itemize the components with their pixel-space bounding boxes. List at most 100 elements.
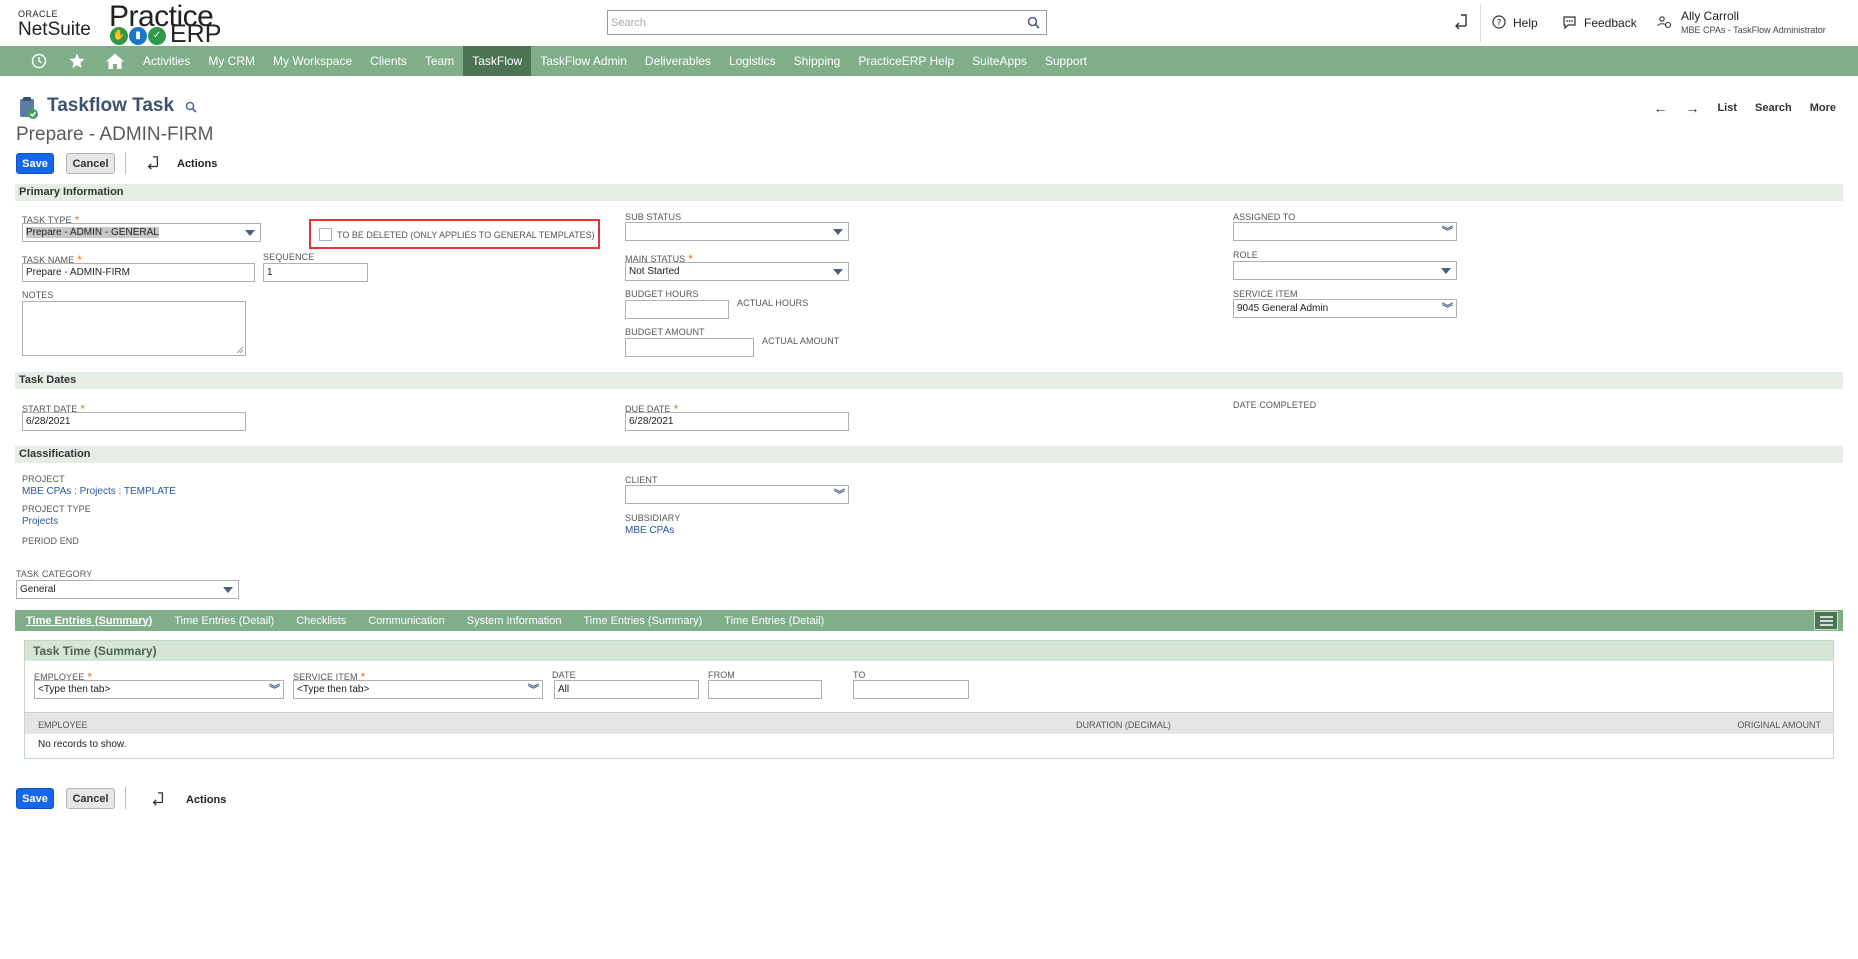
nav-taskflow-admin[interactable]: TaskFlow Admin <box>531 46 636 76</box>
nav-taskflow[interactable]: TaskFlow <box>463 46 532 76</box>
notes-label: NOTES <box>22 290 54 300</box>
chevron-down-icon <box>1441 268 1451 274</box>
budget-hours-input[interactable] <box>625 300 729 319</box>
column-original-amount[interactable]: ORIGINAL AMOUNT <box>1737 720 1821 730</box>
nav-team[interactable]: Team <box>416 46 463 76</box>
service-item-select[interactable]: 9045 General Admin ︾ <box>1233 299 1457 318</box>
nav-practiceerp-help[interactable]: PracticeERP Help <box>849 46 963 76</box>
toolbar-divider <box>125 152 126 174</box>
double-chevron-down-icon[interactable]: ︾ <box>269 682 280 698</box>
client-select[interactable]: ︾ <box>625 485 849 504</box>
to-date-input[interactable] <box>853 680 969 699</box>
next-record-arrow-icon[interactable]: → <box>1685 100 1699 116</box>
assigned-to-select[interactable]: ︾ <box>1233 222 1457 241</box>
employee-filter-placeholder: <Type then tab> <box>38 684 111 695</box>
search-link[interactable]: Search <box>1755 102 1792 114</box>
budget-amount-input[interactable] <box>625 338 754 357</box>
due-date-input[interactable]: 6/28/2021 <box>625 412 849 431</box>
actions-menu-bottom[interactable]: Actions <box>186 794 226 806</box>
subtab-communication[interactable]: Communication <box>357 615 455 627</box>
save-button-bottom[interactable]: Save <box>16 788 54 809</box>
nav-deliverables[interactable]: Deliverables <box>636 46 720 76</box>
sub-status-label: SUB STATUS <box>625 212 682 222</box>
service-item-filter-input[interactable]: <Type then tab> ︾ <box>293 680 543 699</box>
notes-textarea[interactable] <box>22 301 246 356</box>
from-date-input[interactable] <box>708 680 822 699</box>
nav-support[interactable]: Support <box>1036 46 1096 76</box>
section-classification[interactable]: Classification <box>15 446 1843 463</box>
logo-badge-green-icon: ✋ <box>110 27 128 45</box>
subtab-system-information[interactable]: System Information <box>456 615 573 627</box>
double-chevron-down-icon[interactable]: ︾ <box>528 682 539 698</box>
subtab-time-entries-summary-2[interactable]: Time Entries (Summary) <box>573 615 714 627</box>
actions-icon[interactable] <box>146 155 160 174</box>
recent-records-icon[interactable] <box>1453 13 1469 34</box>
nav-activities[interactable]: Activities <box>134 46 199 76</box>
service-item-filter-placeholder: <Type then tab> <box>297 684 370 695</box>
task-name-input[interactable]: Prepare - ADMIN-FIRM <box>22 263 255 282</box>
employee-filter-input[interactable]: <Type then tab> ︾ <box>34 680 284 699</box>
sequence-input[interactable]: 1 <box>263 263 368 282</box>
section-task-dates[interactable]: Task Dates <box>15 372 1843 389</box>
double-chevron-down-icon[interactable]: ︾ <box>1442 224 1453 240</box>
help-link[interactable]: ? Help <box>1492 0 1538 46</box>
task-time-panel: Task Time (Summary) EMPLOYEE * <Type then… <box>24 640 1834 759</box>
nav-my-crm[interactable]: My CRM <box>199 46 264 76</box>
double-chevron-down-icon[interactable]: ︾ <box>834 487 845 503</box>
subtab-time-entries-summary[interactable]: Time Entries (Summary) <box>15 615 163 627</box>
oracle-wordmark: ORACLE <box>18 9 59 19</box>
chevron-down-icon <box>223 587 233 593</box>
role-select[interactable] <box>1233 261 1457 280</box>
recent-history-icon[interactable] <box>20 46 58 76</box>
nav-clients[interactable]: Clients <box>361 46 416 76</box>
global-search-input[interactable] <box>608 11 1013 34</box>
feedback-link[interactable]: Feedback <box>1562 0 1637 46</box>
to-be-deleted-checkbox[interactable] <box>319 228 332 241</box>
cancel-button-bottom[interactable]: Cancel <box>66 788 115 809</box>
actual-amount-label: ACTUAL AMOUNT <box>762 336 840 346</box>
role-switch-icon[interactable] <box>1657 15 1672 33</box>
main-status-select[interactable]: Not Started <box>625 262 849 281</box>
subtab-checklists[interactable]: Checklists <box>285 615 357 627</box>
netsuite-logo[interactable]: ORACLE NetSuite <box>18 9 91 40</box>
home-icon[interactable] <box>96 46 134 76</box>
empty-state-text: No records to show. <box>38 739 127 750</box>
help-label: Help <box>1513 16 1538 30</box>
nav-my-workspace[interactable]: My Workspace <box>264 46 361 76</box>
task-category-select[interactable]: General <box>16 580 239 599</box>
task-type-select[interactable]: Prepare - ADMIN - GENERAL <box>22 223 261 242</box>
task-record-icon <box>19 96 39 120</box>
subtab-time-entries-detail[interactable]: Time Entries (Detail) <box>163 615 285 627</box>
task-type-value: Prepare - ADMIN - GENERAL <box>26 227 159 238</box>
subsidiary-link[interactable]: MBE CPAs <box>625 525 674 536</box>
logo-badge-blue-icon: ▮ <box>129 27 147 45</box>
save-button-top[interactable]: Save <box>16 153 54 174</box>
double-chevron-down-icon[interactable]: ︾ <box>1442 301 1453 317</box>
actions-icon[interactable] <box>151 791 165 810</box>
more-link[interactable]: More <box>1810 102 1836 114</box>
nav-shipping[interactable]: Shipping <box>785 46 850 76</box>
column-duration-decimal[interactable]: DURATION (DECIMAL) <box>1076 720 1171 730</box>
start-date-input[interactable]: 6/28/2021 <box>22 412 246 431</box>
cancel-button-top[interactable]: Cancel <box>66 153 115 174</box>
column-employee[interactable]: EMPLOYEE <box>38 720 88 730</box>
user-menu[interactable]: Ally Carroll MBE CPAs - TaskFlow Adminis… <box>1681 9 1826 35</box>
task-time-summary-tab[interactable]: Task Time (Summary) <box>25 641 165 661</box>
project-link[interactable]: MBE CPAs : Projects : TEMPLATE <box>22 486 176 497</box>
nav-logistics[interactable]: Logistics <box>720 46 785 76</box>
record-search-icon[interactable] <box>185 101 197 116</box>
subtab-menu-icon[interactable] <box>1814 611 1838 630</box>
section-primary-information[interactable]: Primary Information <box>15 184 1843 201</box>
practice-erp-logo[interactable]: Practice ✋ ▮ ✓ ERP <box>108 0 221 48</box>
project-type-link[interactable]: Projects <box>22 516 58 527</box>
resize-grip-icon[interactable] <box>236 346 244 354</box>
search-icon[interactable] <box>1027 16 1040 32</box>
date-filter-input[interactable]: All <box>554 680 699 699</box>
sub-status-select[interactable] <box>625 222 849 241</box>
previous-record-arrow-icon[interactable]: ← <box>1653 100 1667 116</box>
actions-menu-top[interactable]: Actions <box>177 158 217 170</box>
favorites-star-icon[interactable] <box>58 46 96 76</box>
subtab-time-entries-detail-2[interactable]: Time Entries (Detail) <box>713 615 835 627</box>
nav-suiteapps[interactable]: SuiteApps <box>963 46 1036 76</box>
list-link[interactable]: List <box>1717 102 1737 114</box>
